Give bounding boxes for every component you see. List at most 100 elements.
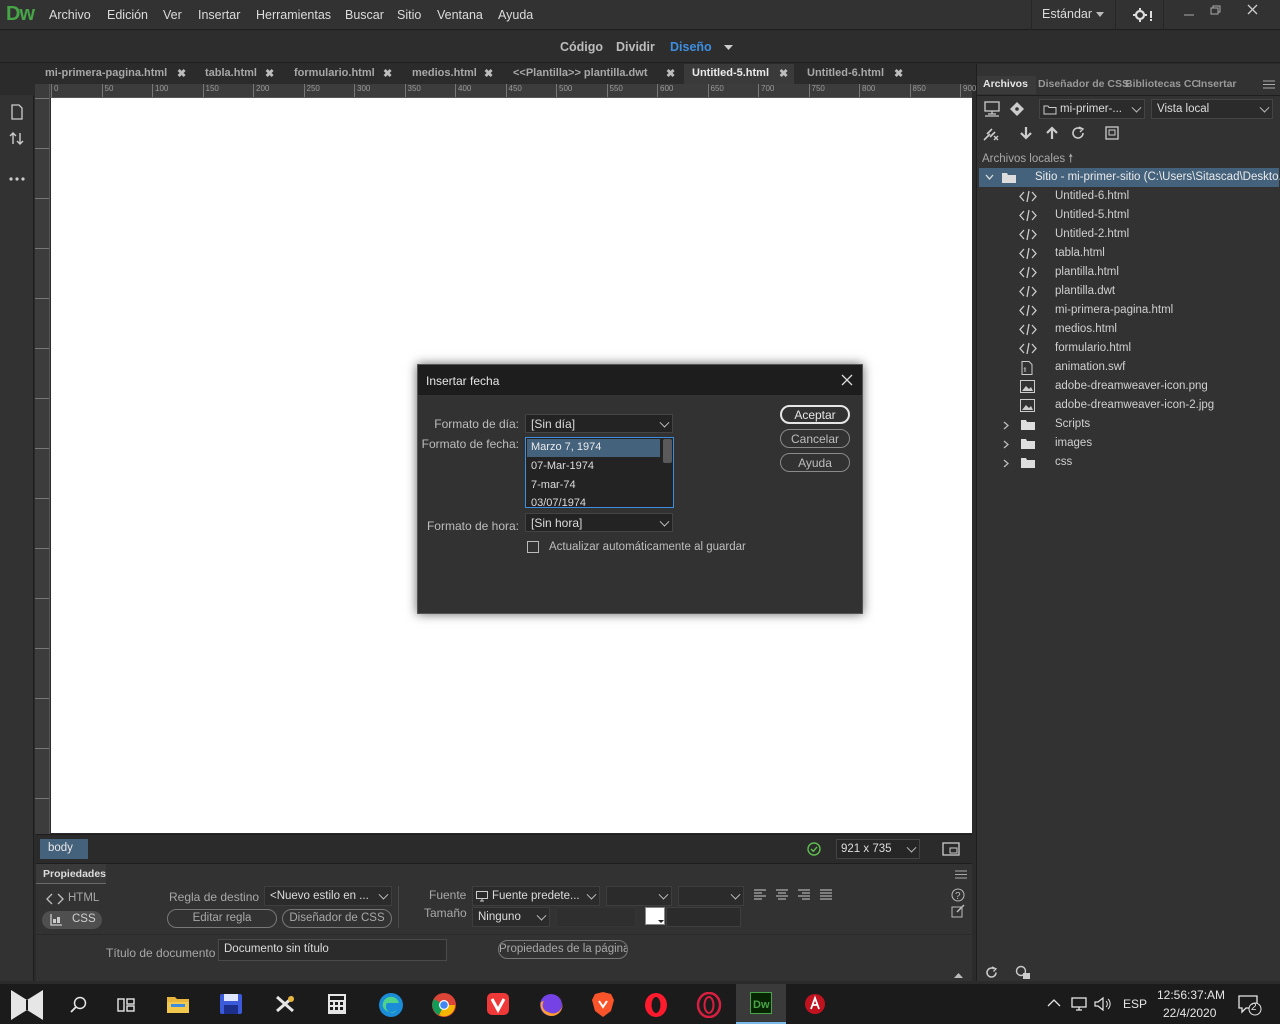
list-item[interactable]: 07-Mar-1974 bbox=[531, 460, 594, 472]
font-style-select[interactable] bbox=[606, 886, 672, 906]
html-mode-button[interactable]: HTML bbox=[44, 891, 104, 909]
cancel-button[interactable]: Cancelar bbox=[780, 429, 850, 448]
ok-button[interactable]: Aceptar bbox=[780, 405, 850, 424]
view-select[interactable]: Vista local bbox=[1151, 99, 1273, 119]
menu-sitio[interactable]: Sitio bbox=[397, 8, 421, 22]
task-view-icon[interactable] bbox=[117, 996, 135, 1014]
tab-formulario[interactable]: formulario.html ✖ bbox=[286, 64, 396, 84]
panel-tab-cc-libraries[interactable]: Bibliotecas CC bbox=[1125, 78, 1199, 90]
tab-close-icon[interactable]: ✖ bbox=[894, 67, 903, 80]
file-row[interactable]: Untitled-2.html bbox=[977, 225, 1280, 244]
list-item[interactable]: 03/07/1974 bbox=[531, 497, 586, 507]
more-options-icon[interactable] bbox=[9, 177, 25, 181]
save-app-icon[interactable] bbox=[219, 993, 243, 1015]
tab-close-icon[interactable]: ✖ bbox=[484, 67, 493, 80]
sort-icon[interactable] bbox=[9, 131, 25, 147]
page-properties-button[interactable]: Propiedades de la página bbox=[498, 940, 628, 959]
site-select[interactable]: mi-primer-... bbox=[1039, 99, 1145, 119]
edit-icon[interactable] bbox=[951, 904, 965, 918]
firefox-browser-icon[interactable] bbox=[538, 992, 564, 1018]
calculator-icon[interactable] bbox=[327, 993, 347, 1015]
file-row[interactable]: plantilla.html bbox=[977, 263, 1280, 282]
panel-tab-archivos[interactable]: Archivos bbox=[983, 78, 1028, 90]
collapse-caret-icon[interactable] bbox=[954, 972, 963, 978]
network-icon[interactable] bbox=[1071, 996, 1089, 1012]
document-icon[interactable] bbox=[10, 104, 24, 120]
font-weight-select[interactable] bbox=[678, 886, 744, 906]
brave-browser-icon[interactable] bbox=[591, 991, 615, 1018]
menu-buscar[interactable]: Buscar bbox=[345, 8, 384, 22]
site-manage-icon[interactable] bbox=[983, 101, 1001, 117]
file-row[interactable]: plantilla.dwt bbox=[977, 282, 1280, 301]
help-icon[interactable]: ? bbox=[951, 888, 965, 902]
get-files-icon[interactable] bbox=[1020, 126, 1032, 140]
panel-tab-insertar[interactable]: Insertar bbox=[1198, 78, 1237, 90]
file-row[interactable]: Scripts bbox=[977, 415, 1280, 434]
css-mode-button[interactable]: CSS bbox=[42, 911, 102, 929]
edge-browser-icon[interactable] bbox=[378, 992, 404, 1018]
tab-plantilla-dwt[interactable]: <<Plantilla>> plantilla.dwt ✖ bbox=[505, 64, 679, 84]
panel-menu-icon[interactable] bbox=[1263, 80, 1275, 89]
volume-icon[interactable] bbox=[1094, 996, 1112, 1012]
tab-tabla[interactable]: tabla.html ✖ bbox=[197, 64, 277, 84]
start-menu-icon[interactable] bbox=[9, 988, 45, 1022]
file-row[interactable]: formulario.html bbox=[977, 339, 1280, 358]
menu-archivo[interactable]: Archivo bbox=[49, 8, 91, 22]
file-explorer-icon[interactable] bbox=[166, 993, 190, 1015]
live-view-icon[interactable] bbox=[942, 841, 962, 857]
close-icon[interactable] bbox=[1247, 4, 1258, 15]
tab-medios[interactable]: medios.html ✖ bbox=[404, 64, 496, 84]
tab-untitled-5[interactable]: Untitled-5.html ✖ bbox=[684, 64, 794, 84]
day-format-select[interactable]: [Sin día] bbox=[525, 414, 673, 433]
properties-tab[interactable]: Propiedades bbox=[36, 864, 106, 884]
refresh-icon[interactable] bbox=[985, 966, 998, 979]
file-row[interactable]: Untitled-5.html bbox=[977, 206, 1280, 225]
file-row[interactable]: images bbox=[977, 434, 1280, 453]
tab-close-icon[interactable]: ✖ bbox=[779, 67, 788, 80]
file-row[interactable]: fl animation.swf bbox=[977, 358, 1280, 377]
file-row[interactable]: adobe-dreamweaver-icon.png bbox=[977, 377, 1280, 396]
tab-close-icon[interactable]: ✖ bbox=[383, 67, 392, 80]
file-row[interactable]: css bbox=[977, 453, 1280, 472]
language-indicator[interactable]: ESP bbox=[1123, 997, 1147, 1011]
opera-gx-icon[interactable] bbox=[696, 992, 722, 1018]
panel-tab-css-designer[interactable]: Diseñador de CSS bbox=[1038, 78, 1129, 90]
list-item-selected[interactable]: Marzo 7, 1974 bbox=[527, 439, 660, 457]
site-root-row[interactable]: Sitio - mi-primer-sitio (C:\Users\Sitasc… bbox=[979, 168, 1280, 187]
tab-close-icon[interactable]: ✖ bbox=[666, 67, 675, 80]
color-input[interactable] bbox=[666, 907, 741, 927]
file-row[interactable]: adobe-dreamweaver-icon-2.jpg bbox=[977, 396, 1280, 415]
clock-date[interactable]: 22/4/2020 bbox=[1163, 1006, 1216, 1020]
date-format-list[interactable]: Marzo 7, 1974 07-Mar-1974 7-mar-74 03/07… bbox=[525, 437, 674, 508]
site-log-icon[interactable] bbox=[1015, 965, 1031, 980]
css-designer-button[interactable]: Diseñador de CSS bbox=[282, 909, 392, 928]
panel-menu-icon[interactable] bbox=[955, 870, 967, 879]
split-view-button[interactable]: Dividir bbox=[616, 40, 655, 54]
tab-close-icon[interactable]: ✖ bbox=[265, 67, 274, 80]
clock-time[interactable]: 12:56:37:AM bbox=[1157, 988, 1225, 1002]
scrollbar-thumb[interactable] bbox=[663, 439, 672, 463]
help-button[interactable]: Ayuda bbox=[780, 453, 850, 472]
tab-mi-primera-pagina[interactable]: mi-primera-pagina.html ✖ bbox=[38, 64, 188, 84]
color-swatch[interactable] bbox=[645, 907, 665, 925]
view-menu-caret-icon[interactable] bbox=[724, 45, 733, 51]
minimize-icon[interactable] bbox=[1183, 10, 1195, 20]
file-row[interactable]: mi-primera-pagina.html bbox=[977, 301, 1280, 320]
doc-title-input[interactable]: Documento sin título bbox=[218, 939, 447, 961]
font-select[interactable]: Fuente predete... bbox=[472, 886, 600, 906]
target-rule-select[interactable]: <Nuevo estilo en ... bbox=[264, 886, 392, 906]
list-item[interactable]: 7-mar-74 bbox=[531, 479, 576, 491]
menu-insertar[interactable]: Insertar bbox=[198, 8, 240, 22]
acrobat-app-icon[interactable] bbox=[804, 993, 826, 1015]
text-align-icons[interactable] bbox=[754, 889, 834, 901]
file-row[interactable]: tabla.html bbox=[977, 244, 1280, 263]
menu-herramientas[interactable]: Herramientas bbox=[256, 8, 331, 22]
size-select[interactable]: Ninguno bbox=[472, 907, 550, 927]
window-size-select[interactable]: 921 x 735 bbox=[836, 839, 920, 859]
menu-ver[interactable]: Ver bbox=[163, 8, 182, 22]
put-files-icon[interactable] bbox=[1046, 126, 1058, 140]
chrome-browser-icon[interactable] bbox=[431, 992, 457, 1018]
time-format-select[interactable]: [Sin hora] bbox=[525, 513, 673, 532]
auto-update-checkbox[interactable] bbox=[527, 541, 539, 553]
tab-close-icon[interactable]: ✖ bbox=[177, 67, 186, 80]
